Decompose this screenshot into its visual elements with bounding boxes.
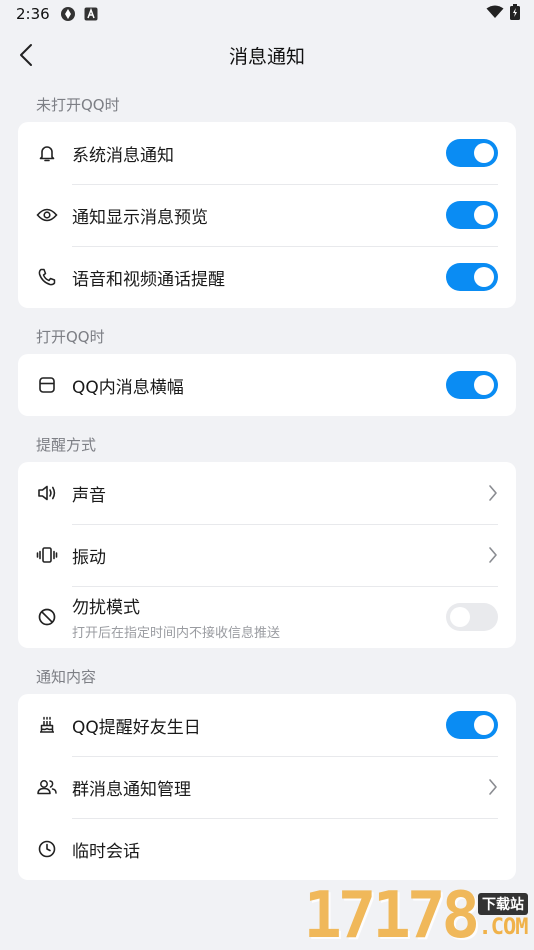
cake-icon <box>36 714 58 736</box>
watermark-right: 下载站 .COM <box>478 893 528 940</box>
row-label: QQ内消息横幅 <box>72 377 184 398</box>
do-not-disturb-icon <box>36 606 58 628</box>
row-system-notification[interactable]: 系统消息通知 <box>18 122 516 184</box>
card-notification-content: QQ提醒好友生日 群消息通知管理 临时会话 <box>18 694 516 880</box>
vibrate-icon <box>36 544 58 566</box>
row-notification-preview[interactable]: 通知显示消息预览 <box>18 184 516 246</box>
card-reminder-method: 声音 振动 勿扰模式 打开后在指定时间内不接收信息推送 <box>18 462 516 648</box>
chevron-right-icon <box>488 484 498 502</box>
row-sublabel: 打开后在指定时间内不接收信息推送 <box>72 626 281 641</box>
watermark-suffix: .COM <box>478 915 529 940</box>
toggle-knob <box>474 143 494 163</box>
chevron-left-icon <box>20 44 32 66</box>
system-notification-toggle[interactable] <box>446 139 498 167</box>
birthday-reminder-toggle[interactable] <box>446 711 498 739</box>
toggle-knob <box>474 375 494 395</box>
row-label: 勿扰模式 <box>72 598 140 618</box>
toggle-knob <box>474 267 494 287</box>
in-app-banner-toggle[interactable] <box>446 371 498 399</box>
watermark-badge: 下载站 <box>478 893 528 915</box>
section-label-open: 打开QQ时 <box>36 328 105 346</box>
toggle-knob <box>450 607 470 627</box>
do-not-disturb-toggle[interactable] <box>446 603 498 631</box>
call-reminder-toggle[interactable] <box>446 263 498 291</box>
group-icon <box>36 776 58 798</box>
chevron-right-icon <box>488 546 498 564</box>
status-time: 2:36 <box>16 5 50 23</box>
section-label-not-open: 未打开QQ时 <box>36 96 120 114</box>
speaker-icon <box>36 482 58 504</box>
chevron-right-icon <box>488 778 498 796</box>
watermark: 17178 下载站 .COM <box>303 879 528 950</box>
card-open: QQ内消息横幅 <box>18 354 516 416</box>
watermark-digits: 17178 <box>303 879 480 950</box>
phone-icon <box>36 266 58 288</box>
row-temporary-chat[interactable]: 临时会话 <box>18 818 516 880</box>
row-label: 群消息通知管理 <box>72 779 191 800</box>
toggle-knob <box>474 205 494 225</box>
banner-icon <box>36 374 58 396</box>
bell-icon <box>36 142 58 164</box>
row-sound[interactable]: 声音 <box>18 462 516 524</box>
row-label: 振动 <box>72 547 106 568</box>
app-notification-icon <box>60 6 76 22</box>
row-call-reminder[interactable]: 语音和视频通话提醒 <box>18 246 516 308</box>
row-label: 声音 <box>72 485 106 506</box>
navigation-bar: 消息通知 <box>0 28 534 82</box>
back-button[interactable] <box>12 40 40 70</box>
card-not-open: 系统消息通知 通知显示消息预览 语音和视频通话提醒 <box>18 122 516 308</box>
eye-icon <box>36 204 58 226</box>
row-label: 系统消息通知 <box>72 145 174 166</box>
wifi-icon <box>486 5 504 23</box>
notification-preview-toggle[interactable] <box>446 201 498 229</box>
section-label-notification-content: 通知内容 <box>36 668 97 686</box>
toggle-knob <box>474 715 494 735</box>
clock-icon <box>36 838 58 860</box>
font-a-icon <box>84 7 98 21</box>
row-label: 语音和视频通话提醒 <box>72 269 225 290</box>
row-label: QQ提醒好友生日 <box>72 717 201 738</box>
row-birthday-reminder[interactable]: QQ提醒好友生日 <box>18 694 516 756</box>
page-title: 消息通知 <box>228 45 305 68</box>
row-group-notification-management[interactable]: 群消息通知管理 <box>18 756 516 818</box>
row-in-app-banner[interactable]: QQ内消息横幅 <box>18 354 516 416</box>
section-label-reminder-method: 提醒方式 <box>36 436 97 454</box>
row-vibration[interactable]: 振动 <box>18 524 516 586</box>
row-label: 临时会话 <box>72 841 140 862</box>
status-bar: 2:36 <box>0 0 534 28</box>
battery-icon <box>510 4 520 24</box>
row-label: 通知显示消息预览 <box>72 207 208 228</box>
row-do-not-disturb[interactable]: 勿扰模式 打开后在指定时间内不接收信息推送 <box>18 586 516 648</box>
